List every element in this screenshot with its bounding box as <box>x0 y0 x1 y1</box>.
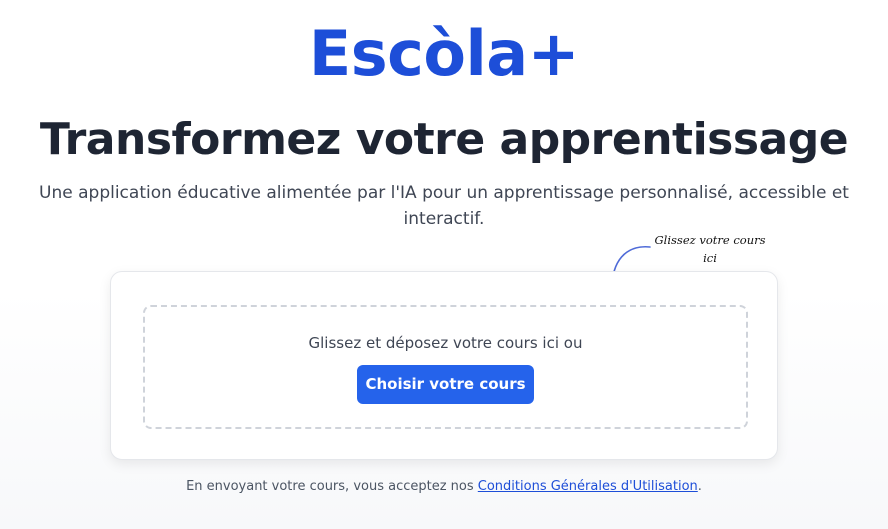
terms-notice: En envoyant votre cours, vous acceptez n… <box>0 478 888 496</box>
landing-page: Escòla+ Transformez votre apprentissage … <box>0 0 888 529</box>
page-headline: Transformez votre apprentissage <box>39 114 849 165</box>
terms-prefix: En envoyant votre cours, vous acceptez n… <box>186 479 478 494</box>
choose-course-button[interactable]: Choisir votre cours <box>357 365 534 404</box>
brand-logo[interactable]: Escòla+ <box>0 18 888 90</box>
course-dropzone[interactable]: Glissez et déposez votre cours ici ou Ch… <box>143 305 748 429</box>
terms-link[interactable]: Conditions Générales d'Utilisation <box>478 479 698 494</box>
terms-suffix: . <box>697 479 702 494</box>
dropzone-instructions: Glissez et déposez votre cours ici ou <box>308 334 583 352</box>
drop-hint: Glissez votre cours ici <box>648 231 772 267</box>
page-subtitle: Une application éducative alimentée par … <box>39 183 849 229</box>
drop-hint-line2: ici <box>703 251 717 265</box>
upload-card: Glissez et déposez votre cours ici ou Ch… <box>110 271 778 460</box>
drop-hint-line1: Glissez votre cours <box>654 233 766 247</box>
